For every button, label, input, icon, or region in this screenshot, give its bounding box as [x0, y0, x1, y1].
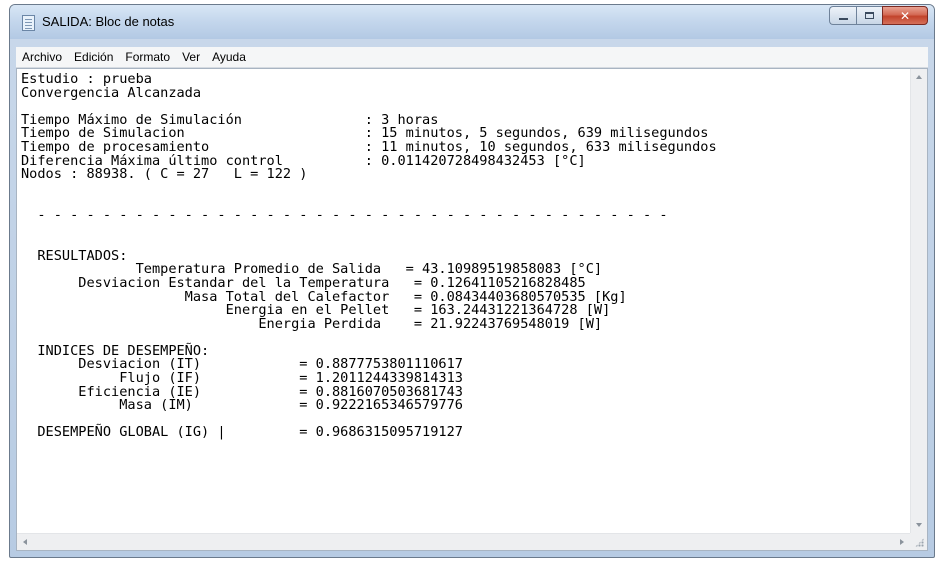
text-line: Masa (IM) = 0.9222165346579776	[21, 397, 463, 414]
menu-edicion[interactable]: Edición	[68, 47, 119, 67]
close-button[interactable]: ✕	[882, 6, 928, 25]
text-editor[interactable]: Estudio : prueba Convergencia Alcanzada Ti…	[16, 68, 928, 551]
text-line: DESEMPEÑO GLOBAL (IG) | = 0.968631509571…	[21, 424, 463, 441]
minimize-button[interactable]	[829, 6, 856, 25]
menu-ver[interactable]: Ver	[176, 47, 206, 67]
text-line: - - - - - - - - - - - - - - - - - - - - …	[21, 206, 668, 223]
scroll-right-icon[interactable]	[900, 539, 904, 545]
scroll-down-icon[interactable]	[916, 523, 922, 527]
minimize-icon	[838, 18, 848, 20]
scroll-left-icon[interactable]	[23, 539, 27, 545]
resize-corner[interactable]	[910, 533, 927, 550]
text-line: Convergencia Alcanzada	[21, 84, 202, 101]
title-bar[interactable]: SALIDA: Bloc de notas ✕	[10, 5, 934, 39]
text-line: Nodos : 88938. ( C = 27 L = 122 )	[21, 166, 308, 183]
maximize-icon	[865, 12, 874, 19]
text-line	[21, 236, 910, 250]
menu-ayuda[interactable]: Ayuda	[206, 47, 252, 67]
close-icon: ✕	[899, 8, 911, 23]
resize-grip-icon[interactable]	[915, 538, 924, 547]
window-controls: ✕	[829, 6, 928, 26]
text-line: Energia Perdida = 21.92243769548019 [W]	[21, 315, 603, 332]
maximize-button[interactable]	[856, 6, 882, 25]
text-content[interactable]: Estudio : prueba Convergencia Alcanzada Ti…	[17, 69, 910, 533]
text-line	[21, 223, 910, 237]
scroll-up-icon[interactable]	[916, 75, 922, 79]
vertical-scrollbar[interactable]	[910, 69, 927, 533]
horizontal-scrollbar[interactable]	[17, 533, 910, 550]
menu-formato[interactable]: Formato	[119, 47, 176, 67]
window-title: SALIDA: Bloc de notas	[42, 14, 175, 29]
text-line	[21, 182, 910, 196]
notepad-window: SALIDA: Bloc de notas ✕ Archivo Edición …	[9, 4, 935, 558]
notepad-icon	[22, 15, 35, 31]
menu-bar: Archivo Edición Formato Ver Ayuda	[16, 47, 928, 68]
menu-archivo[interactable]: Archivo	[16, 47, 68, 67]
